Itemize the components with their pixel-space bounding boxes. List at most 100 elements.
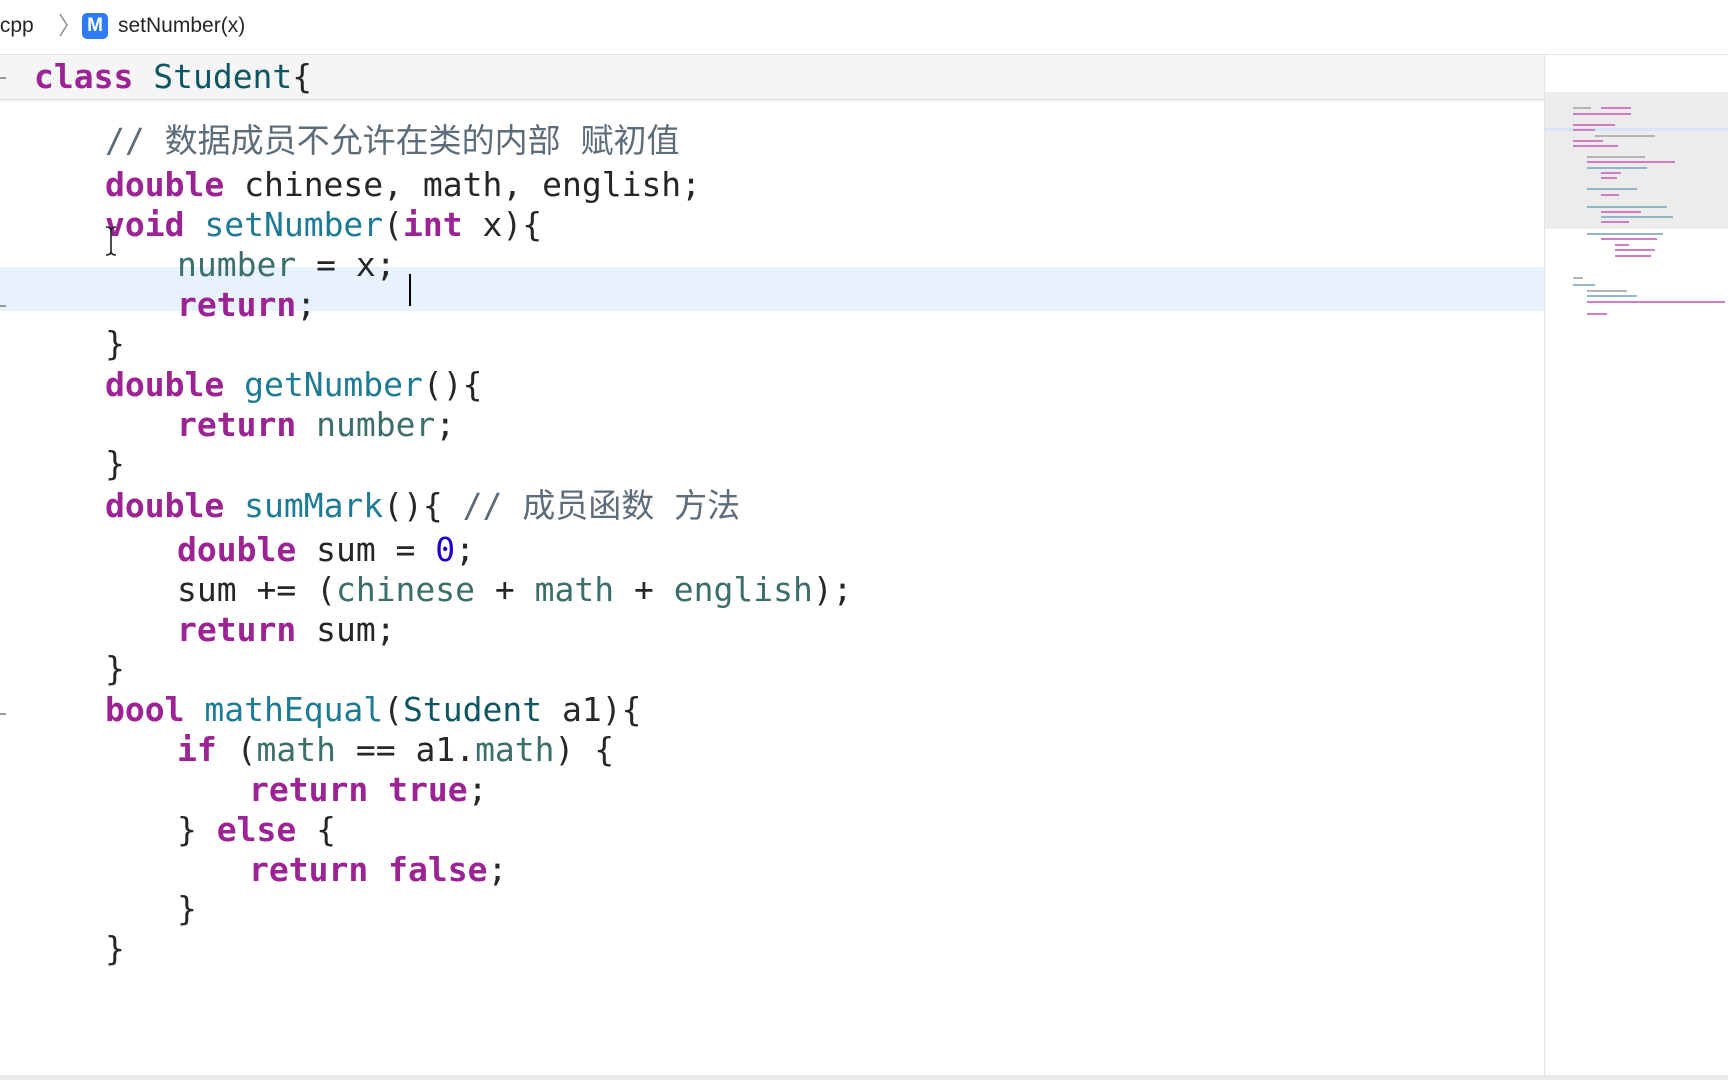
jump-bar: .cpp M setNumber(x) [0,0,1728,55]
code-token: math [256,730,336,769]
minimap-line [1595,135,1655,137]
minimap[interactable] [1544,55,1728,1075]
code-token: { [296,810,336,849]
code-line[interactable]: return; [177,283,316,327]
code-token: int [403,205,463,244]
code-line[interactable]: return false; [249,848,507,892]
code-token: { [292,57,313,96]
minimap-line [1601,107,1631,109]
minimap-line [1615,244,1629,246]
code-token: number [177,245,297,284]
minimap-line [1587,295,1637,297]
code-line[interactable]: double getNumber(){ [105,363,483,407]
minimap-line [1587,206,1667,208]
code-token: double [105,486,225,525]
minimap-line [1601,221,1629,223]
code-token: else [216,810,297,849]
code-line[interactable]: number = x; [177,243,396,287]
gutter-fold-marker[interactable] [0,713,6,715]
code-token: == a1. [335,730,476,769]
code-token: return [249,770,369,809]
minimap-line [1601,194,1619,196]
code-token: } [105,649,125,688]
code-token: chinese, math, english; [224,165,702,204]
chevron-right-icon [59,13,68,37]
code-editor[interactable]: // 数据成员不允许在类的内部 赋初值 double chinese, math,… [0,55,1544,1075]
gutter-fold-marker[interactable] [0,77,6,79]
code-token: english [673,570,813,609]
code-token: return [177,610,297,649]
code-token: true [388,770,468,809]
code-line[interactable]: return true; [249,768,487,812]
code-token: return [177,405,297,444]
code-token: setNumber [204,205,384,244]
code-line[interactable]: bool mathEqual(Student a1){ [105,688,641,732]
minimap-line [1573,140,1603,142]
gutter-fold-marker[interactable] [0,305,6,307]
minimap-line [1587,167,1647,169]
code-token: } [105,324,125,363]
sticky-scope-header[interactable]: class Student{ [0,55,1544,100]
code-token: ( [383,205,404,244]
code-line[interactable]: } [105,442,125,486]
code-line[interactable]: // 数据成员不允许在类的内部 赋初值 [105,119,679,163]
code-line[interactable]: } [105,927,125,971]
code-token: false [388,850,488,889]
code-line[interactable]: double chinese, math, english; [105,163,701,207]
code-token: sum; [296,610,396,649]
code-token: ; [467,770,488,809]
minimap-line [1587,313,1607,315]
sticky-scope-line: class Student{ [34,55,312,99]
minimap-line [1615,249,1655,251]
code-line[interactable]: double sum = 0; [177,528,475,572]
code-token: (){ [383,486,463,525]
code-token: math [534,570,615,609]
minimap-line [1587,161,1675,163]
code-line[interactable]: void setNumber(int x){ [105,203,542,247]
code-token: ; [487,850,508,889]
code-token: Student [403,690,543,729]
code-line[interactable]: return number; [177,403,455,447]
minimap-line [1601,216,1673,218]
minimap-line [1573,129,1595,131]
code-token: bool [105,690,185,729]
minimap-line [1573,113,1631,115]
code-line[interactable]: } [105,322,125,366]
minimap-line [1601,211,1641,213]
code-line[interactable]: if (math == a1.math) { [177,728,614,772]
minimap-line [1587,188,1637,190]
minimap-line [1587,301,1725,303]
method-icon: M [82,13,108,39]
code-line[interactable]: } [177,887,197,931]
code-line[interactable]: double sumMark(){ // 成员函数 方法 [105,484,740,528]
code-token: ; [435,405,456,444]
code-token: = x; [296,245,396,284]
code-token: sum = [296,530,436,569]
code-token: Student [153,57,293,96]
code-line[interactable]: return sum; [177,608,396,652]
minimap-line [1573,284,1595,286]
code-line[interactable]: } [105,647,125,691]
code-token: sum += ( [177,570,336,609]
code-token: class [34,57,134,96]
code-token: if [177,730,217,769]
code-token: ); [812,570,853,609]
code-token: 0 [435,530,456,569]
minimap-line [1601,238,1657,240]
breadcrumb-method[interactable]: setNumber(x) [118,14,245,38]
code-token: double [105,365,225,404]
code-token: } [105,444,125,483]
breadcrumb-file[interactable]: .cpp [0,14,34,38]
code-token: + [614,570,674,609]
minimap-line [1573,145,1618,147]
code-line[interactable]: sum += (chinese + math + english); [177,568,853,612]
code-token: ; [455,530,476,569]
code-line[interactable]: } else { [177,808,336,852]
code-token: ) { [554,730,615,769]
code-token: return [249,850,369,889]
